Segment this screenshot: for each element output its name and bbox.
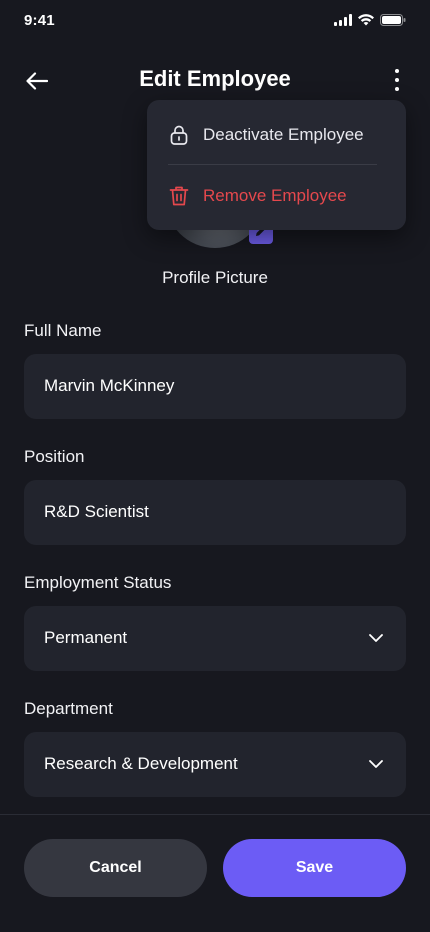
page-title: Edit Employee: [139, 66, 291, 91]
more-dot-icon: [395, 78, 399, 82]
full-name-field[interactable]: Marvin McKinney: [24, 354, 406, 419]
cancel-button[interactable]: Cancel: [24, 839, 207, 897]
status-time: 9:41: [24, 12, 55, 29]
department-select[interactable]: Research & Development: [24, 732, 406, 797]
options-menu: Deactivate Employee Remove Employee: [147, 100, 406, 230]
chevron-down-icon: [369, 634, 383, 642]
signal-icon: [334, 14, 352, 26]
deactivate-employee-label: Deactivate Employee: [203, 125, 364, 144]
trash-icon: [169, 186, 189, 206]
battery-icon: [380, 14, 406, 26]
department-value: Research & Development: [44, 754, 238, 773]
save-button[interactable]: Save: [223, 839, 406, 897]
more-dot-icon: [395, 87, 399, 91]
bottom-action-bar: Cancel Save: [0, 814, 430, 932]
full-name-label: Full Name: [24, 321, 102, 340]
status-bar: 9:41: [0, 0, 430, 44]
header: Edit Employee: [0, 56, 430, 104]
department-label: Department: [24, 699, 113, 718]
profile-picture-label: Profile Picture: [162, 268, 268, 287]
employment-status-select[interactable]: Permanent: [24, 606, 406, 671]
deactivate-employee-menu-item[interactable]: Deactivate Employee: [147, 104, 406, 166]
employment-status-label: Employment Status: [24, 573, 172, 592]
more-options-button[interactable]: [390, 66, 404, 94]
wifi-icon: [358, 14, 374, 26]
lock-icon: [170, 125, 188, 145]
status-icons: [334, 14, 406, 26]
chevron-down-icon: [369, 760, 383, 768]
remove-employee-label: Remove Employee: [203, 186, 347, 205]
remove-employee-menu-item[interactable]: Remove Employee: [147, 165, 406, 227]
position-value: R&D Scientist: [44, 502, 149, 521]
position-field[interactable]: R&D Scientist: [24, 480, 406, 545]
more-dot-icon: [395, 69, 399, 73]
position-label: Position: [24, 447, 85, 466]
full-name-value: Marvin McKinney: [44, 376, 175, 395]
employment-status-value: Permanent: [44, 628, 128, 647]
